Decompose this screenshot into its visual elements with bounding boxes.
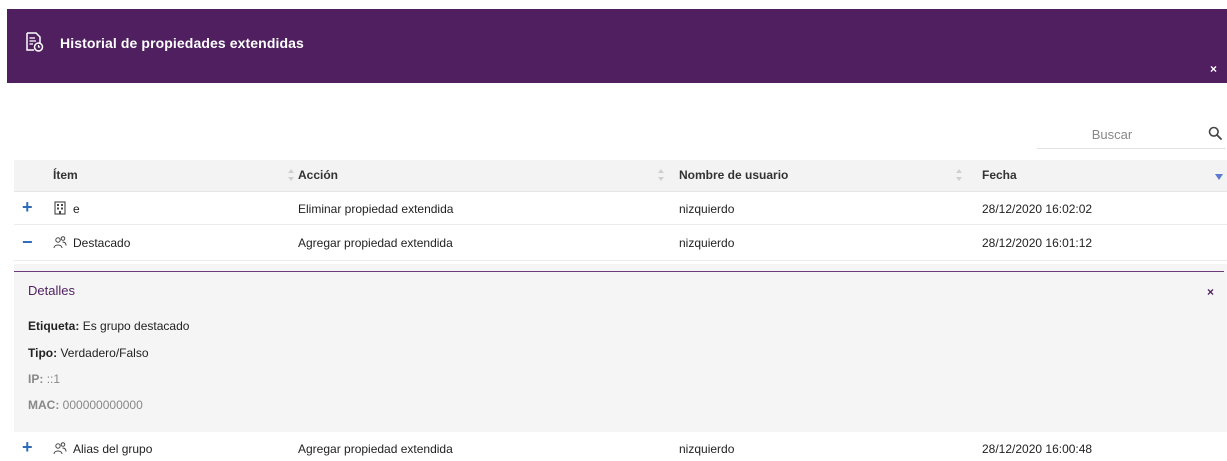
table-row[interactable]: + Alias del grupo Agregar propiedad exte…: [14, 432, 1227, 461]
tipo-label: Tipo:: [28, 346, 58, 360]
details-ip: IP: ::1: [28, 372, 60, 386]
table-row[interactable]: + e Eliminar propiedad extendida nizquie…: [14, 192, 1227, 225]
column-header-usuario[interactable]: Nombre de usuario: [679, 168, 788, 182]
column-header-fecha[interactable]: Fecha: [982, 168, 1017, 182]
user-group-icon: [53, 236, 67, 249]
cell-accion: Eliminar propiedad extendida: [298, 202, 454, 216]
details-divider: [14, 271, 1224, 272]
mac-value: 000000000000: [62, 398, 143, 412]
search-icon[interactable]: [1208, 126, 1222, 140]
ip-label: IP:: [28, 372, 44, 386]
search-box: [1037, 119, 1226, 149]
details-panel: Detalles × Etiqueta: Es grupo destacado …: [14, 264, 1227, 432]
details-close-button[interactable]: ×: [1207, 285, 1214, 299]
expand-icon[interactable]: +: [22, 438, 38, 456]
dialog-title: Historial de propiedades extendidas: [60, 35, 304, 51]
cell-item: e: [73, 202, 80, 216]
tipo-value: Verdadero/Falso: [60, 346, 149, 360]
details-tipo: Tipo: Verdadero/Falso: [28, 346, 149, 360]
etiqueta-label: Etiqueta:: [28, 319, 80, 333]
table-row[interactable]: − Destacado Agregar propiedad extendida …: [14, 226, 1227, 261]
details-mac: MAC: 000000000000: [28, 398, 143, 412]
sort-icon[interactable]: [955, 168, 963, 182]
dialog-header: Historial de propiedades extendidas ×: [7, 9, 1227, 83]
cell-usuario: nizquierdo: [679, 236, 735, 250]
building-icon: [54, 201, 66, 215]
details-title: Detalles: [28, 283, 75, 298]
mac-label: MAC:: [28, 398, 60, 412]
user-group-icon: [53, 442, 67, 455]
ip-value: ::1: [46, 372, 61, 386]
cell-accion: Agregar propiedad extendida: [298, 236, 453, 250]
table-header: Ítem Acción Nombre de usuario Fecha: [14, 160, 1227, 192]
etiqueta-value: Es grupo destacado: [82, 319, 190, 333]
cell-usuario: nizquierdo: [679, 442, 735, 456]
search-input[interactable]: [1037, 123, 1187, 145]
expand-icon[interactable]: +: [22, 198, 38, 216]
collapse-icon[interactable]: −: [22, 233, 38, 251]
sort-icon[interactable]: [287, 168, 295, 182]
cell-item: Destacado: [73, 236, 131, 250]
dialog-close-button[interactable]: ×: [1210, 63, 1217, 75]
cell-item: Alias del grupo: [73, 442, 153, 456]
cell-fecha: 28/12/2020 16:02:02: [982, 202, 1093, 216]
sort-desc-icon[interactable]: [1215, 174, 1223, 180]
sort-icon[interactable]: [657, 168, 665, 182]
column-header-item[interactable]: Ítem: [53, 168, 78, 182]
cell-fecha: 28/12/2020 16:01:12: [982, 236, 1093, 250]
cell-usuario: nizquierdo: [679, 202, 735, 216]
column-header-accion[interactable]: Acción: [298, 168, 338, 182]
cell-fecha: 28/12/2020 16:00:48: [982, 442, 1093, 456]
cell-accion: Agregar propiedad extendida: [298, 442, 453, 456]
details-etiqueta: Etiqueta: Es grupo destacado: [28, 319, 189, 333]
document-history-icon: [26, 32, 44, 52]
